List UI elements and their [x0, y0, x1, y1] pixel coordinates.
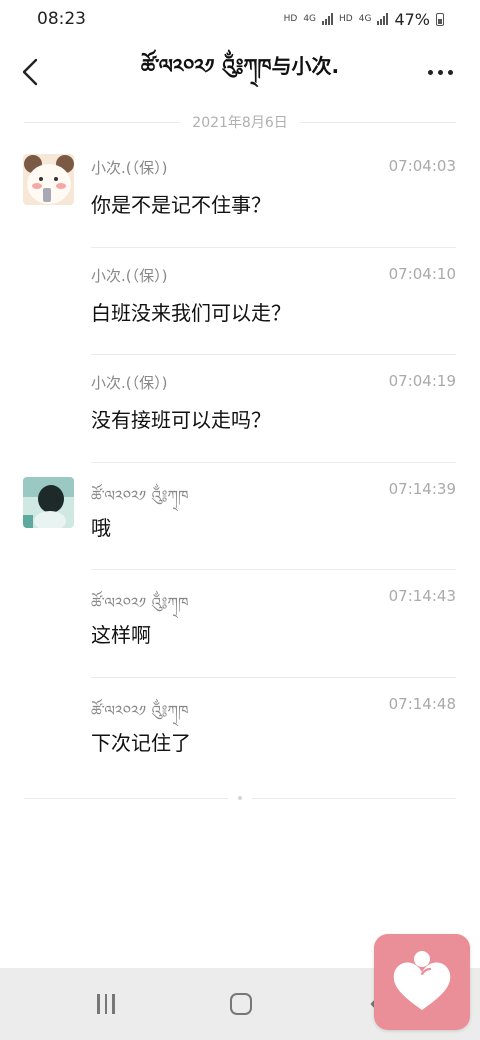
more-options-button[interactable] [422, 58, 458, 86]
hd-indicator-2: HD [339, 14, 353, 24]
message-text: 白班没来我们可以走？ [91, 300, 291, 325]
network-type-2: 4G [358, 14, 372, 24]
cartoon-bear-avatar[interactable] [23, 154, 74, 205]
message-time: 07:14:48 [388, 694, 456, 713]
message-time: 07:04:19 [388, 372, 456, 390]
message-sender: 小次.(（保）) [91, 374, 168, 392]
home-button[interactable] [221, 988, 261, 1020]
back-button[interactable] [14, 54, 46, 90]
date-label: 2021年8月6日 [192, 115, 288, 131]
chevron-left-icon [22, 58, 38, 86]
message-time: 07:04:03 [388, 157, 456, 175]
recent-apps-button[interactable] [86, 988, 126, 1020]
floating-heart-widget[interactable] [374, 934, 470, 1030]
divider-line [252, 797, 456, 799]
message-sender: 小次.(（保）) [91, 159, 168, 177]
end-of-history-divider [24, 792, 456, 804]
message-list[interactable]: 小次.(（保）) 07:04:03 你是不是记不住事？ 小次.(（保）) 07:… [0, 140, 480, 785]
divider-line [24, 797, 228, 799]
message-text: 哦 [91, 515, 111, 540]
more-dots-icon [427, 69, 433, 75]
more-dot [447, 69, 453, 75]
recent-apps-bar [104, 994, 108, 1014]
divider-dot [238, 796, 242, 800]
message-sender: 小次.(（保）) [91, 266, 168, 285]
battery-percent: 47% [394, 9, 430, 29]
status-time: 08:23 [37, 9, 86, 29]
message-item[interactable]: ཚོ་ལ༢༠༢༡ ༃ཀ྄ཁ 07:14:39 哦 [0, 463, 480, 570]
message-item[interactable]: 小次.(（保）) 07:04:10 白班没来我们可以走？ [0, 248, 480, 355]
divider-line [299, 121, 457, 123]
recent-apps-icon [97, 994, 100, 1014]
photo-avatar[interactable] [23, 476, 74, 528]
network-type-1: 4G [303, 14, 317, 24]
battery-icon [436, 12, 444, 26]
status-icons: HD 4G HD 4G 47% [284, 10, 444, 29]
message-time: 07:14:39 [388, 479, 456, 498]
message-text: 这样啊 [91, 623, 151, 647]
message-time: 07:04:10 [388, 264, 456, 283]
message-item[interactable]: ཚོ་ལ༢༠༢༡ ༃ཀ྄ཁ 07:14:43 这样啊 [0, 570, 480, 678]
recent-apps-bar [112, 994, 115, 1014]
heart-person-icon [393, 951, 451, 1010]
signal-icon-1 [322, 13, 334, 25]
more-dot [437, 69, 443, 75]
signal-icon-2 [377, 13, 389, 25]
message-item[interactable]: 小次.(（保）) 07:04:03 你是不是记不住事？ [0, 140, 480, 248]
divider-line [24, 121, 181, 123]
message-text: 没有接班可以走吗？ [91, 408, 271, 432]
chat-title: ཚོ་ལ༢༠༢༡ ༃ཀ྄ཁ与小次. [140, 54, 340, 78]
chat-header: ཚོ་ལ༢༠༢༡ ༃ཀ྄ཁ与小次. [0, 50, 480, 94]
message-item[interactable]: ཚོ་ལ༢༠༢༡ ༃ཀ྄ཁ 07:14:48 下次记住了 [0, 678, 480, 786]
date-divider: 2021年8月6日 [24, 108, 457, 136]
status-bar: 08:23 HD 4G HD 4G 47% [0, 0, 480, 38]
message-item[interactable]: 小次.(（保）) 07:04:19 没有接班可以走吗？ [0, 355, 480, 463]
message-text: 下次记住了 [91, 730, 191, 755]
hd-indicator-1: HD [283, 14, 298, 24]
home-icon [230, 993, 252, 1015]
message-text: 你是不是记不住事？ [91, 193, 271, 217]
message-time: 07:14:43 [388, 587, 456, 605]
